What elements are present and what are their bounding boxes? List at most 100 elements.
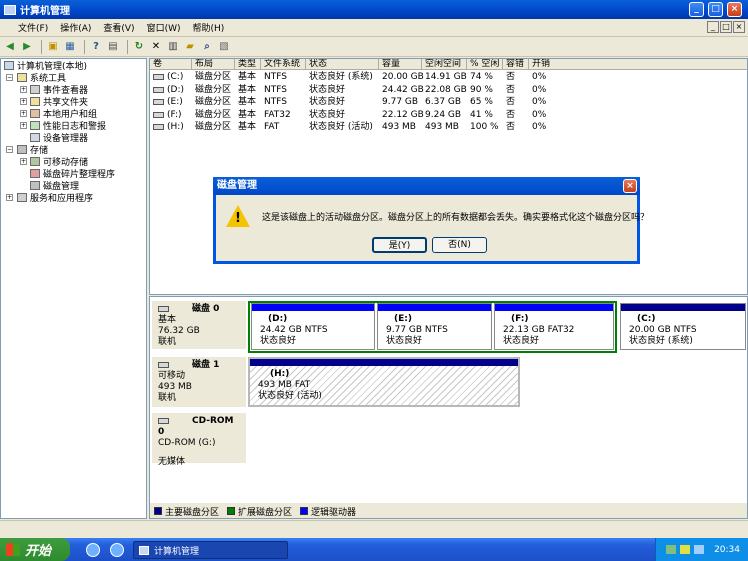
menu-file[interactable]: 文件(F) — [0, 21, 54, 34]
disk0-label[interactable]: 磁盘 0 基本 76.32 GB 联机 — [152, 301, 246, 349]
help-icon[interactable]: ? — [89, 40, 103, 54]
collapse-icon[interactable]: − — [6, 146, 13, 153]
tree-shared-folders[interactable]: 共享文件夹 — [30, 96, 88, 108]
close-button[interactable]: × — [727, 2, 742, 17]
menu-view[interactable]: 查看(V) — [97, 21, 140, 34]
show-tree-icon[interactable]: ▦ — [63, 40, 77, 54]
up-folder-icon[interactable]: ▣ — [46, 40, 60, 54]
mdi-restore-button[interactable]: □ — [720, 21, 732, 33]
forward-arrow-icon[interactable]: ▶ — [20, 40, 34, 54]
expand-icon[interactable]: + — [20, 86, 27, 93]
partition-h[interactable]: (H:) 493 MB FAT 状态良好 (活动) — [248, 357, 520, 407]
open-folder-icon[interactable]: ▰ — [183, 40, 197, 54]
collapse-icon[interactable]: − — [6, 74, 13, 81]
tree-system-tools[interactable]: 系统工具 — [17, 72, 66, 84]
disk-properties-icon[interactable]: ▥ — [166, 40, 180, 54]
col-header-overhead[interactable]: 开销 — [529, 59, 747, 70]
col-header-filesystem[interactable]: 文件系统 — [261, 59, 306, 70]
volume-icon[interactable] — [680, 545, 691, 554]
safe-remove-icon[interactable] — [694, 545, 705, 554]
yes-button[interactable]: 是(Y) — [372, 237, 427, 253]
legend-swatch-extended — [227, 507, 236, 515]
partition-label: (H:) — [270, 369, 290, 379]
tree-removable-storage[interactable]: 可移动存储 — [30, 156, 88, 168]
no-button[interactable]: 否(N) — [432, 237, 487, 253]
computer-icon — [4, 61, 14, 70]
desktop-quicklaunch-icon[interactable] — [86, 542, 100, 557]
expand-icon[interactable]: + — [20, 122, 27, 129]
properties-icon[interactable]: ▤ — [106, 40, 120, 54]
col-header-status[interactable]: 状态 — [306, 59, 379, 70]
volume-cell: FAT — [264, 122, 280, 132]
volume-cell: (D:) — [167, 84, 184, 95]
tree-services[interactable]: 服务和应用程序 — [17, 192, 93, 204]
volume-cell: 否 — [506, 122, 516, 132]
expand-icon[interactable]: + — [6, 194, 13, 201]
volume-cell: 22.08 GB — [425, 84, 467, 95]
col-header-type[interactable]: 类型 — [235, 59, 261, 70]
mdi-minimize-button[interactable]: _ — [707, 21, 719, 33]
tree-storage[interactable]: 存储 — [17, 144, 48, 156]
disk1-label[interactable]: 磁盘 1 可移动 493 MB 联机 — [152, 357, 246, 407]
col-header-layout[interactable]: 布局 — [192, 59, 235, 70]
delete-icon[interactable]: ✕ — [149, 40, 163, 54]
disk-graph-view: 磁盘 0 基本 76.32 GB 联机 (D:) 24.42 GB NTFS 状… — [149, 296, 748, 519]
dialog-close-button[interactable]: × — [623, 179, 637, 193]
volume-cell: 20.00 GB — [382, 72, 424, 82]
expand-icon[interactable]: + — [20, 158, 27, 165]
partition-d[interactable]: (D:) 24.42 GB NTFS 状态良好 — [251, 303, 375, 350]
settings-icon[interactable]: ▧ — [217, 40, 231, 54]
col-header-volume[interactable]: 卷 — [150, 59, 192, 70]
menu-window[interactable]: 窗口(W) — [141, 21, 187, 34]
expand-icon[interactable]: + — [20, 98, 27, 105]
tree-disk-management[interactable]: 磁盘管理 — [30, 180, 79, 192]
partition-bar — [378, 304, 491, 311]
cdrom-label[interactable]: CD-ROM 0 CD-ROM (G:) 无媒体 — [152, 413, 246, 467]
ie-quicklaunch-icon[interactable] — [110, 542, 124, 557]
col-header-pct-free[interactable]: % 空闲 — [467, 59, 503, 70]
refresh-icon[interactable]: ↻ — [132, 40, 146, 54]
volume-cell: 9.77 GB — [382, 97, 419, 107]
partition-e[interactable]: (E:) 9.77 GB NTFS 状态良好 — [377, 303, 492, 350]
minimize-button[interactable]: _ — [689, 2, 704, 17]
partition-c[interactable]: (C:) 20.00 GB NTFS 状态良好 (系统) — [620, 303, 746, 350]
col-header-free[interactable]: 空闲空间 — [422, 59, 467, 70]
partition-f[interactable]: (F:) 22.13 GB FAT32 状态良好 — [494, 303, 614, 350]
volume-cell: 基本 — [238, 109, 257, 120]
search-icon[interactable]: ⌕ — [200, 40, 214, 54]
partition-label: (E:) — [394, 314, 412, 324]
status-bar — [0, 520, 748, 538]
menu-action[interactable]: 操作(A) — [54, 21, 97, 34]
tree-defrag[interactable]: 磁盘碎片整理程序 — [30, 168, 115, 180]
volume-cell: 65 % — [470, 97, 493, 107]
menu-help[interactable]: 帮助(H) — [187, 21, 231, 34]
dialog-title-bar: 磁盘管理 × — [213, 177, 640, 195]
network-icon[interactable] — [666, 545, 677, 554]
windows-flag-icon — [6, 543, 20, 556]
partition-info: 9.77 GB NTFS — [386, 325, 448, 335]
expand-icon[interactable]: + — [20, 110, 27, 117]
volume-disk-icon — [153, 124, 164, 130]
start-button[interactable]: 开始 — [0, 538, 70, 561]
partition-status: 状态良好 — [503, 336, 540, 346]
tree-event-viewer[interactable]: 事件查看器 — [30, 84, 88, 96]
users-icon — [30, 109, 40, 118]
tree-perf-logs[interactable]: 性能日志和警报 — [30, 120, 106, 132]
tree-root[interactable]: 计算机管理(本地) — [4, 60, 87, 72]
disk-management-icon — [30, 181, 40, 190]
toolbar-divider — [127, 39, 128, 54]
clock[interactable]: 20:34 — [714, 545, 740, 555]
partition-info: 493 MB FAT — [258, 380, 311, 390]
col-header-capacity[interactable]: 容量 — [379, 59, 422, 70]
maximize-button[interactable]: □ — [708, 2, 723, 17]
tree-device-manager[interactable]: 设备管理器 — [30, 132, 88, 144]
back-arrow-icon[interactable]: ◀ — [3, 40, 17, 54]
col-header-fault[interactable]: 容错 — [503, 59, 529, 70]
tree-local-users[interactable]: 本地用户和组 — [30, 108, 97, 120]
volume-cell: 否 — [506, 72, 516, 82]
mdi-close-button[interactable]: × — [733, 21, 745, 33]
partition-label: (F:) — [511, 314, 529, 324]
volume-cell: NTFS — [264, 97, 287, 107]
volume-cell: 14.91 GB — [425, 72, 467, 82]
taskbar-item-computer-management[interactable]: 计算机管理 — [133, 541, 288, 559]
